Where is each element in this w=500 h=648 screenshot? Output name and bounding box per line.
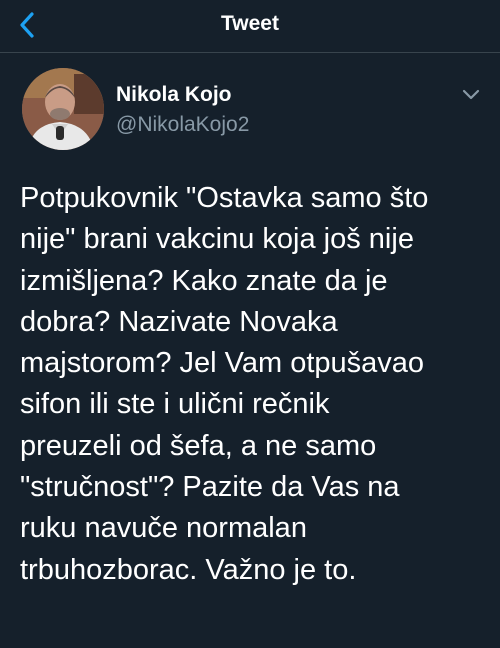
tweet-author: Nikola Kojo @NikolaKojo2 <box>20 68 485 154</box>
avatar[interactable] <box>22 68 104 150</box>
username-handle[interactable]: @NikolaKojo2 <box>116 113 249 137</box>
display-name[interactable]: Nikola Kojo <box>116 83 232 107</box>
top-bar: Tweet <box>0 0 500 53</box>
tweet-text: Potpukovnik "Ostavka samo što nije" bran… <box>20 182 429 586</box>
chevron-down-icon <box>462 89 480 99</box>
tweet-menu-button[interactable] <box>459 84 483 104</box>
page-title: Tweet <box>221 12 279 35</box>
avatar-photo <box>22 68 104 150</box>
tweet-detail-screen: Tweet Nikola Kojo @NikolaKojo2 Potpukovn… <box>0 0 500 648</box>
